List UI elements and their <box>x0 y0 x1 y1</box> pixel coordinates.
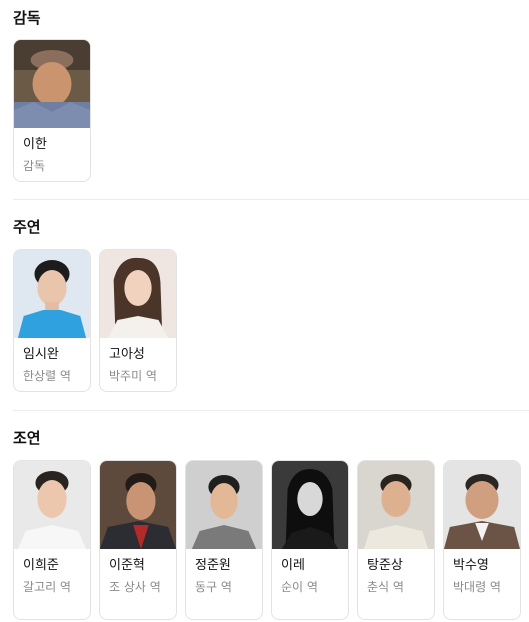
person-photo <box>100 250 176 338</box>
section-divider <box>13 410 529 411</box>
section-title-lead: 주연 <box>13 218 41 236</box>
section-title-director: 감독 <box>13 9 41 27</box>
person-card[interactable]: 임시완 한상렬 역 <box>13 249 91 392</box>
person-photo <box>14 40 90 128</box>
section-director: 감독 이한 감독 <box>13 8 529 182</box>
person-name: 고아성 <box>109 347 145 362</box>
person-name: 탕준상 <box>367 558 403 573</box>
person-photo <box>444 461 520 549</box>
person-photo <box>358 461 434 549</box>
person-card[interactable]: 이희준 갈고리 역 <box>13 460 91 620</box>
person-name: 임시완 <box>23 347 59 362</box>
section-divider <box>13 199 529 200</box>
person-role: 박대령 역 <box>453 580 501 594</box>
person-role: 춘식 역 <box>367 580 404 594</box>
person-photo <box>14 461 90 549</box>
person-role: 순이 역 <box>281 580 318 594</box>
person-name: 이한 <box>23 137 47 152</box>
person-role: 동구 역 <box>195 580 232 594</box>
person-role: 조 상사 역 <box>109 580 161 594</box>
person-card[interactable]: 이한 감독 <box>13 39 91 182</box>
director-card-list: 이한 감독 <box>13 39 91 182</box>
person-photo <box>272 461 348 549</box>
person-name: 이준혁 <box>109 558 145 573</box>
person-role: 갈고리 역 <box>23 580 71 594</box>
section-supporting-cast: 조연 이희준 갈고리 역 이준혁 조 상사 역 정준원 동구 역 이레 순이 역… <box>13 428 529 620</box>
person-card[interactable]: 정준원 동구 역 <box>185 460 263 620</box>
person-name: 정준원 <box>195 558 231 573</box>
person-role: 한상렬 역 <box>23 369 71 383</box>
person-photo <box>100 461 176 549</box>
person-role: 감독 <box>23 159 46 173</box>
person-name: 이희준 <box>23 558 59 573</box>
section-title-supporting: 조연 <box>13 429 41 447</box>
person-card[interactable]: 고아성 박주미 역 <box>99 249 177 392</box>
person-role: 박주미 역 <box>109 369 157 383</box>
person-name: 이레 <box>281 558 305 573</box>
person-card[interactable]: 이레 순이 역 <box>271 460 349 620</box>
person-photo <box>14 250 90 338</box>
section-lead-cast: 주연 임시완 한상렬 역 고아성 박주미 역 <box>13 217 529 392</box>
person-card[interactable]: 탕준상 춘식 역 <box>357 460 435 620</box>
lead-card-list: 임시완 한상렬 역 고아성 박주미 역 <box>13 249 177 392</box>
person-card[interactable]: 이준혁 조 상사 역 <box>99 460 177 620</box>
person-card[interactable]: 박수영 박대령 역 <box>443 460 521 620</box>
person-name: 박수영 <box>453 558 489 573</box>
supporting-card-list: 이희준 갈고리 역 이준혁 조 상사 역 정준원 동구 역 이레 순이 역 탕준… <box>13 460 521 620</box>
person-photo <box>186 461 262 549</box>
